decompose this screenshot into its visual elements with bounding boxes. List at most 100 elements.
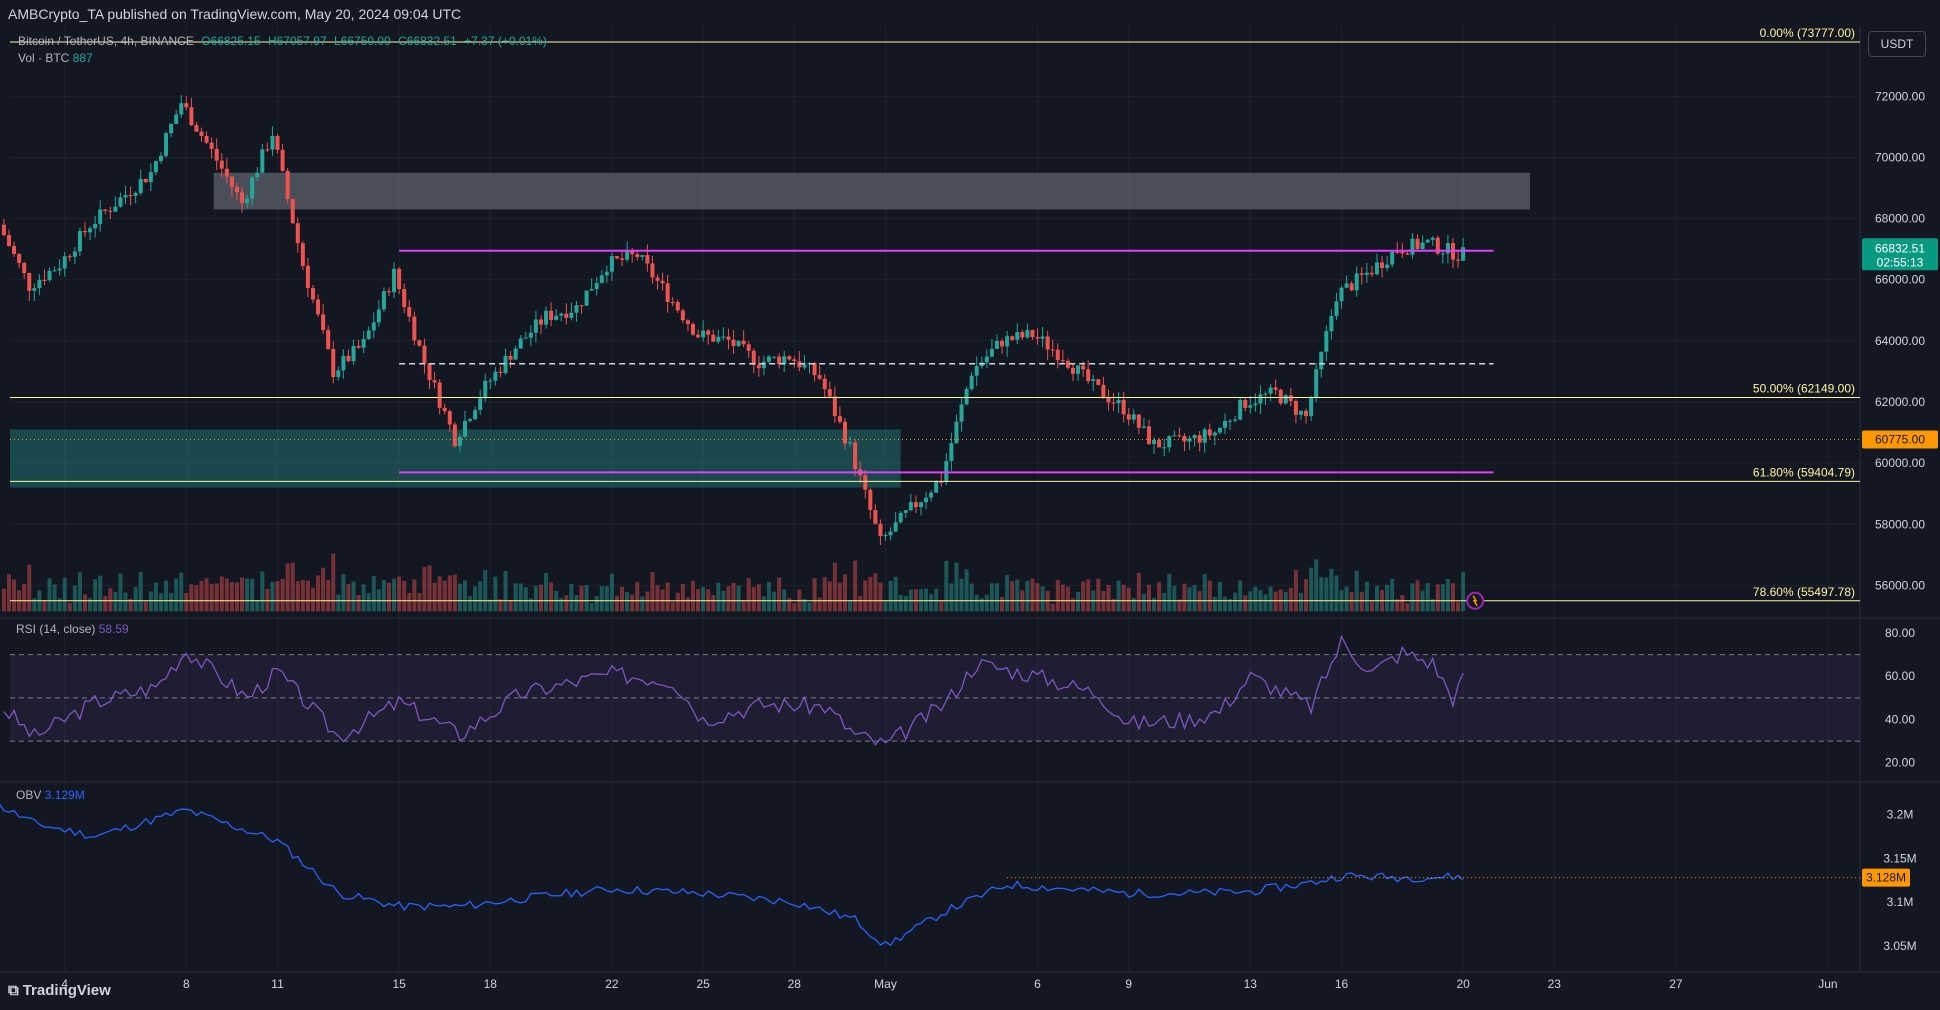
- volume-bar: [113, 591, 118, 612]
- volume-bar: [1197, 591, 1202, 612]
- x-tick-label: 15: [392, 977, 406, 991]
- candle-body: [468, 419, 473, 421]
- volume-bar: [1456, 601, 1461, 612]
- candle-body: [427, 363, 432, 381]
- candle-body: [706, 330, 711, 335]
- candle-body: [994, 340, 999, 349]
- volume-bar: [209, 583, 214, 612]
- volume-bar: [148, 591, 153, 612]
- obv-pane: 3.2M 3.15M 3.1M 3.05M 3.128M: [0, 803, 1917, 953]
- volume-bar: [1040, 586, 1045, 612]
- volume-bar: [184, 593, 189, 612]
- candle-body: [1177, 435, 1182, 437]
- candle-body: [316, 299, 321, 315]
- candle-body: [72, 251, 77, 257]
- candle-body: [1334, 301, 1339, 317]
- volume-bar: [300, 579, 305, 612]
- volume-bar: [1263, 594, 1268, 612]
- volume-bar: [462, 580, 467, 612]
- candle-body: [969, 375, 974, 389]
- candle-body: [559, 313, 564, 316]
- candle-body: [1222, 420, 1227, 428]
- rsi-tick-label: 60.00: [1885, 669, 1915, 683]
- volume-bar: [640, 596, 645, 612]
- obv-legend[interactable]: OBV 3.129M: [16, 788, 85, 802]
- volume-bar: [645, 591, 650, 612]
- volume-legend[interactable]: Vol · BTC 887: [18, 51, 93, 65]
- currency-button[interactable]: USDT: [1868, 31, 1926, 57]
- candle-body: [402, 288, 407, 308]
- volume-bar: [260, 571, 265, 612]
- candle-body: [1010, 336, 1015, 340]
- volume-bar: [1010, 581, 1015, 612]
- volume-bar: [133, 587, 138, 612]
- x-tick-label: 25: [696, 977, 710, 991]
- volume-bar: [620, 586, 625, 612]
- candle-body: [1319, 351, 1324, 370]
- volume-bar: [746, 578, 751, 612]
- candle-body: [1390, 251, 1395, 265]
- volume-bar: [392, 578, 397, 612]
- candle-body: [57, 268, 62, 271]
- volume-bar: [1374, 585, 1379, 612]
- candle-body: [1005, 336, 1010, 347]
- candle-body: [1238, 399, 1243, 420]
- volume-bar: [1172, 585, 1177, 612]
- candle-body: [158, 155, 163, 162]
- candle-body: [77, 230, 82, 252]
- candle-body: [1212, 432, 1217, 436]
- candle-body: [523, 337, 528, 339]
- symbol-title[interactable]: Bitcoin / TetherUS, 4h, BINANCE: [18, 34, 194, 48]
- volume-bar: [265, 588, 270, 612]
- volume-bar: [792, 603, 797, 612]
- candle-body: [295, 223, 300, 244]
- volume-bar: [1273, 591, 1278, 612]
- candle-body: [224, 168, 229, 177]
- obv-tick-label: 3.15M: [1883, 851, 1916, 865]
- volume-bar: [807, 602, 812, 612]
- candle-body: [17, 253, 22, 264]
- x-tick-label: 11: [271, 977, 284, 991]
- candle-body: [1253, 403, 1258, 406]
- volume-bar: [1025, 580, 1030, 612]
- candle-body: [640, 255, 645, 257]
- y-tick-label: 68000.00: [1875, 212, 1925, 226]
- volume-bar: [842, 574, 847, 612]
- candle-body: [908, 502, 913, 511]
- candle-body: [918, 502, 923, 508]
- volume-bar: [569, 583, 574, 612]
- volume-bar: [361, 584, 366, 612]
- candle-body: [614, 256, 619, 259]
- fib-label: 0.00% (73777.00): [1760, 26, 1855, 40]
- candle-body: [1081, 365, 1086, 370]
- candle-body: [37, 279, 42, 289]
- candle-body: [47, 270, 52, 281]
- volume-bar: [1319, 577, 1324, 612]
- volume-bar: [189, 584, 194, 612]
- tradingview-logo[interactable]: ⧉ TradingView: [8, 982, 111, 999]
- chart-canvas[interactable]: 0.00% (73777.00) 50.00% (62149.00) 61.80% …: [0, 0, 1940, 1010]
- candle-body: [234, 186, 239, 193]
- volume-bar: [1131, 597, 1136, 612]
- candle-body: [873, 510, 878, 524]
- y-tick-label: 62000.00: [1875, 395, 1925, 409]
- volume-bar: [1298, 592, 1303, 612]
- candle-body: [842, 421, 847, 444]
- candle-body: [792, 359, 797, 362]
- volume-bar: [1136, 572, 1141, 612]
- volume-bar: [427, 565, 432, 612]
- volume-bar: [736, 585, 741, 612]
- candle-body: [280, 149, 285, 171]
- volume-bar: [994, 583, 999, 612]
- rsi-legend[interactable]: RSI (14, close) 58.59: [16, 622, 129, 636]
- candle-body: [1420, 242, 1425, 249]
- volume-bar: [1385, 584, 1390, 612]
- candle-body: [929, 492, 934, 498]
- volume-bar: [1182, 583, 1187, 612]
- volume-bar: [924, 588, 929, 612]
- candle-body: [432, 380, 437, 383]
- candle-body: [62, 256, 67, 269]
- candle-body: [1020, 332, 1025, 338]
- candle-body: [1015, 332, 1020, 340]
- volume-bar: [290, 562, 295, 612]
